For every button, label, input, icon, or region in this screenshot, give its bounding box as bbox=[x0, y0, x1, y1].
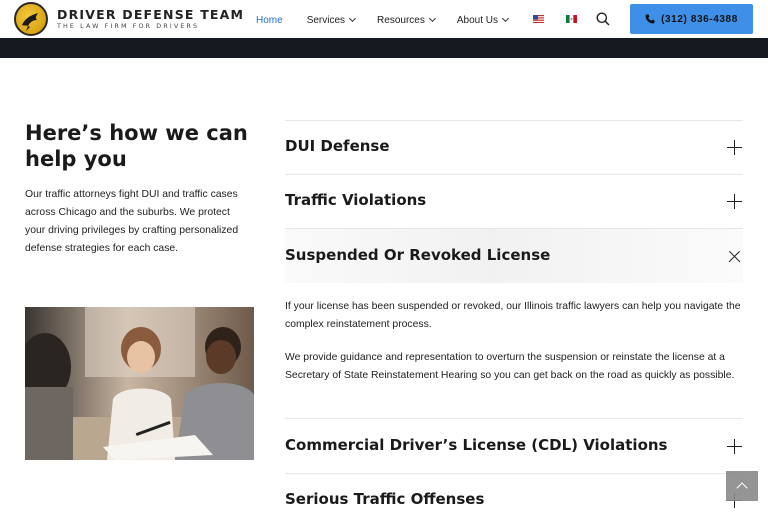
section-title: Here’s how we can help you bbox=[25, 121, 248, 171]
accordion-divider bbox=[285, 418, 743, 419]
brand[interactable]: DRIVER DEFENSE TEAM THE LAW FIRM FOR DRI… bbox=[57, 8, 244, 31]
consultation-photo bbox=[25, 307, 254, 460]
nav-item-services[interactable]: Services bbox=[306, 14, 357, 26]
bird-logo-icon[interactable] bbox=[14, 2, 48, 36]
hero-bottom-band bbox=[0, 38, 768, 58]
accordion-title-serious-offenses[interactable]: Serious Traffic Offenses bbox=[285, 490, 484, 508]
site-header: DRIVER DEFENSE TEAM THE LAW FIRM FOR DRI… bbox=[0, 0, 768, 38]
chevron-down-icon bbox=[428, 14, 436, 23]
nav-item-label: Home bbox=[256, 14, 283, 26]
section-intro-text: Our traffic attorneys fight DUI and traf… bbox=[25, 189, 239, 254]
accordion-title-suspended-license[interactable]: Suspended Or Revoked License bbox=[285, 246, 550, 264]
phone-icon bbox=[645, 14, 655, 24]
nav-item-label: Resources bbox=[377, 14, 425, 26]
chevron-down-icon bbox=[349, 14, 357, 23]
brand-name: DRIVER DEFENSE TEAM bbox=[57, 7, 245, 22]
accordion-divider bbox=[285, 120, 743, 121]
search-icon[interactable] bbox=[596, 12, 610, 26]
accordion-title-dui-defense[interactable]: DUI Defense bbox=[285, 137, 390, 155]
call-button[interactable]: (312) 836-4388 bbox=[630, 4, 753, 34]
nav-item-resources[interactable]: Resources bbox=[377, 14, 436, 26]
plus-icon[interactable] bbox=[727, 194, 742, 209]
nav-item-home[interactable]: Home bbox=[256, 15, 283, 26]
nav-item-label: Services bbox=[306, 14, 346, 26]
close-icon[interactable] bbox=[727, 249, 742, 264]
mexico-flag-icon[interactable] bbox=[566, 15, 577, 23]
accordion-title-cdl-violations[interactable]: Commercial Driver’s License (CDL) Violat… bbox=[285, 436, 667, 454]
chevron-up-icon[interactable] bbox=[726, 471, 758, 501]
brand-tagline: THE LAW FIRM FOR DRIVERS bbox=[57, 22, 200, 30]
accordion-body-paragraph: If your license has been suspended or re… bbox=[285, 301, 741, 330]
call-button-label: (312) 836-4388 bbox=[661, 13, 738, 25]
accordion-title-traffic-violations[interactable]: Traffic Violations bbox=[285, 191, 426, 209]
chevron-down-icon bbox=[501, 14, 510, 23]
accordion-divider bbox=[285, 473, 743, 474]
plus-icon[interactable] bbox=[727, 439, 742, 454]
accordion-body-paragraph: We provide guidance and representation t… bbox=[285, 352, 735, 381]
plus-icon[interactable] bbox=[727, 140, 742, 155]
nav-item-about-us[interactable]: About Us bbox=[456, 14, 510, 26]
accordion-divider bbox=[285, 174, 743, 175]
main-nav: Home Services Resources About Us bbox=[256, 13, 510, 27]
nav-item-label: About Us bbox=[456, 14, 498, 26]
us-flag-icon[interactable] bbox=[533, 15, 544, 23]
